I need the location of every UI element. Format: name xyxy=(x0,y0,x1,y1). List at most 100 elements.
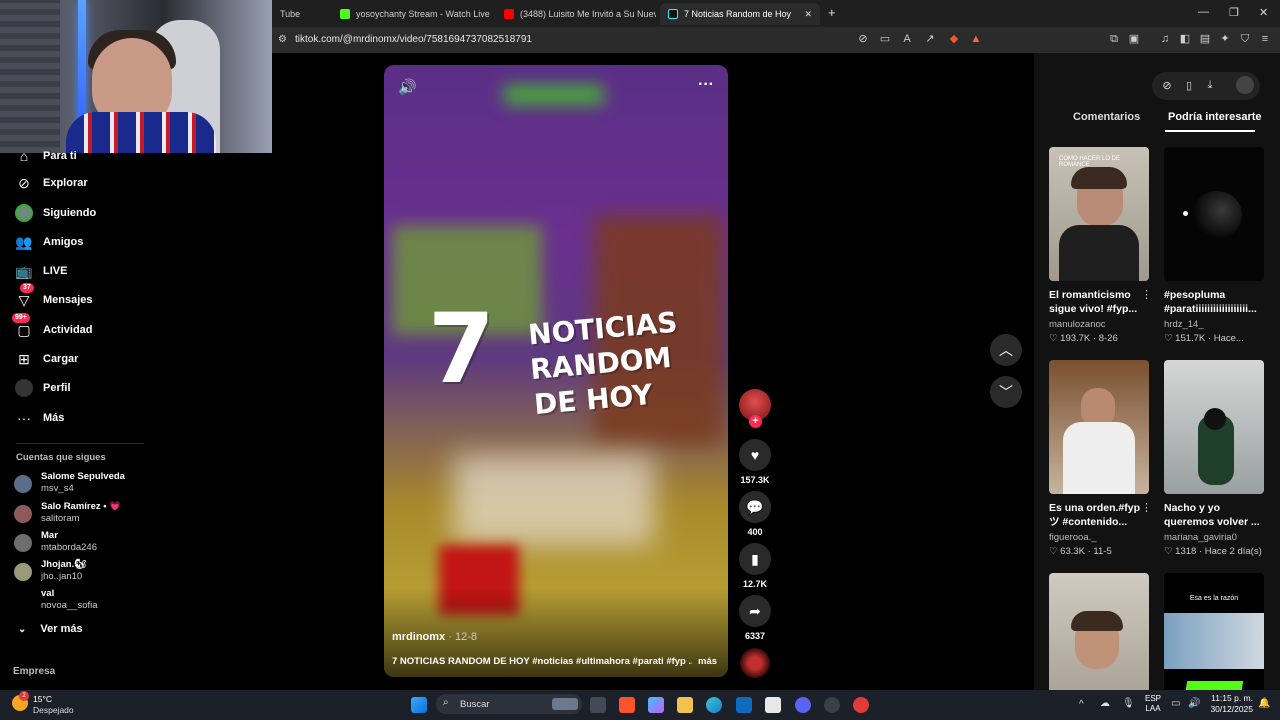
cloud-icon[interactable]: ☁ xyxy=(1100,698,1110,709)
wallet-extension-icon[interactable]: ▤ xyxy=(1199,33,1211,45)
sidebar-item-mas[interactable]: ··· Más xyxy=(14,407,64,429)
tab-tiktok-active[interactable]: 7 Noticias Random de Hoy ✕ xyxy=(660,3,820,25)
minimize-button[interactable]: — xyxy=(1198,6,1209,18)
suggested-video-card[interactable]: #pesopluma #paratiiiiiiiiiiiiiiiiii... h… xyxy=(1164,147,1264,344)
comment-button[interactable]: 💬 400 xyxy=(738,491,772,537)
save-button[interactable]: ▮ 12.7K xyxy=(738,543,772,589)
url-field[interactable]: tiktok.com/@mrdinomx/video/7581694737082… xyxy=(295,34,532,45)
sidebar-item-perfil[interactable]: Perfil xyxy=(14,377,71,399)
brave-browser-icon[interactable] xyxy=(619,697,635,713)
sidebar-item-label: Más xyxy=(43,412,65,424)
suggested-video-card[interactable] xyxy=(1049,573,1149,690)
task-view-icon[interactable] xyxy=(590,697,606,713)
account-name: Jhojan.🐿 xyxy=(41,559,87,570)
follow-plus-icon[interactable]: + xyxy=(749,415,762,428)
card-more-icon[interactable]: ⋮ xyxy=(1141,288,1152,301)
sidebar-item-siguiendo[interactable]: Siguiendo xyxy=(14,202,96,224)
share-icon[interactable]: ↗ xyxy=(924,33,936,45)
menu-icon[interactable]: ≡ xyxy=(1259,33,1271,45)
sound-disc-icon[interactable] xyxy=(740,648,770,678)
vpn-icon[interactable]: ⛉ xyxy=(1239,33,1251,45)
site-settings-icon[interactable]: ⚙ xyxy=(278,34,287,45)
close-window-button[interactable]: ✕ xyxy=(1259,6,1268,19)
copilot-icon[interactable] xyxy=(648,697,664,713)
brave-shield-icon[interactable]: ◆ xyxy=(948,33,960,45)
sidebar-item-amigos[interactable]: 👥 Amigos xyxy=(14,231,83,253)
system-clock[interactable]: 11:15 p. m. 30/12/2025 xyxy=(1209,693,1253,715)
volume-icon[interactable]: 🔊 xyxy=(1188,698,1200,709)
tab-luisito[interactable]: (3488) Luisito Me Invitó a Su Nuevo xyxy=(496,3,656,25)
edge-icon[interactable] xyxy=(706,697,722,713)
media-icon[interactable]: ♫ xyxy=(1159,33,1171,45)
profile-icon xyxy=(14,378,34,398)
sidebar-item-live[interactable]: 📺 LIVE xyxy=(14,260,67,282)
video-author[interactable]: mrdinomx · 12-8 xyxy=(392,631,477,643)
avatar[interactable] xyxy=(1236,76,1254,94)
sidebar-toggle-icon[interactable]: ◧ xyxy=(1179,33,1191,45)
suggested-video-card[interactable]: Nacho y yo queremos volver ... mariana_g… xyxy=(1164,360,1264,557)
sidebar-item-cargar[interactable]: ⊞ Cargar xyxy=(14,348,78,370)
maximize-button[interactable]: ❐ xyxy=(1229,6,1239,19)
previous-video-button[interactable]: ︿ xyxy=(990,334,1022,366)
app-icon[interactable] xyxy=(853,697,869,713)
language-indicator[interactable]: ESP LAA xyxy=(1145,694,1161,714)
no-camera-icon[interactable]: ⊘ xyxy=(857,33,869,45)
translate-icon[interactable]: A xyxy=(901,33,913,45)
windows-taskbar xyxy=(0,690,1280,720)
network-icon[interactable]: ▭ xyxy=(1171,698,1180,709)
store-icon[interactable] xyxy=(765,697,781,713)
new-tab-button[interactable]: + xyxy=(828,5,836,20)
sidebar-item-actividad[interactable]: ▢ 99+ Actividad xyxy=(12,313,93,341)
microphone-icon[interactable]: 🎙 xyxy=(1122,698,1135,709)
account-name: Mar xyxy=(41,530,58,541)
account-username: novoa__sofia xyxy=(41,600,98,611)
sidebar-item-para-ti[interactable]: ⌂ Para ti xyxy=(14,145,77,167)
tab-yosoychanty[interactable]: yosoychanty Stream - Watch Live on xyxy=(332,3,492,25)
phone-icon[interactable]: ▯ xyxy=(1182,79,1196,92)
video-player[interactable]: 🔊 ··· 7 NOTICIAS RANDOM DE HOY mrdinomx … xyxy=(384,65,728,677)
next-video-button[interactable]: ﹀ xyxy=(990,376,1022,408)
sidebar: ⌂ Para ti ⊘ Explorar Siguiendo 👥 Amigos … xyxy=(0,148,160,690)
video-thumbnail xyxy=(1049,573,1149,690)
leo-ai-icon[interactable]: ✦ xyxy=(1219,33,1231,45)
tab-youtube[interactable]: Tube xyxy=(272,3,332,25)
friends-icon: 👥 xyxy=(15,233,33,250)
sidebar-item-explorar[interactable]: ⊘ Explorar xyxy=(14,172,88,194)
volume-icon[interactable]: 🔊 xyxy=(398,78,417,96)
brave-rewards-icon[interactable]: ▲ xyxy=(970,33,982,45)
live-tv-icon: 📺 xyxy=(15,262,33,279)
chevron-up-icon[interactable]: ^ xyxy=(1079,699,1084,710)
tab-suggestions[interactable]: Podría interesarte xyxy=(1168,111,1262,123)
obs-icon[interactable] xyxy=(824,697,840,713)
suggested-video-card[interactable]: Es una orden.#fyp ツ #contenido... ⋮ figu… xyxy=(1049,360,1152,557)
footer-link-empresa[interactable]: Empresa xyxy=(13,666,55,677)
wallet-icon[interactable]: ▣ xyxy=(1128,33,1140,45)
tab-comments[interactable]: Comentarios xyxy=(1073,111,1140,123)
compass-icon[interactable]: ⊘ xyxy=(1160,79,1174,92)
windows-start-icon[interactable] xyxy=(411,697,427,713)
outlook-icon[interactable] xyxy=(736,697,752,713)
notifications-icon[interactable]: 🔔 xyxy=(1258,698,1270,709)
caption-more-button[interactable]: más xyxy=(698,656,717,667)
screen-icon[interactable]: ▭ xyxy=(879,33,891,45)
download-icon[interactable]: ⤓ xyxy=(1203,79,1217,92)
sidebar-item-mensajes[interactable]: ▽ 37 Mensajes xyxy=(14,283,93,311)
tab-title: yosoychanty Stream - Watch Live on xyxy=(356,9,492,19)
save-count: 12.7K xyxy=(742,579,768,589)
card-more-icon[interactable]: ⋮ xyxy=(1141,501,1152,514)
account-username: salitoram xyxy=(41,513,80,524)
more-options-icon[interactable]: ··· xyxy=(698,76,714,94)
sidebar-item-label: Perfil xyxy=(43,382,71,394)
tab-close-icon[interactable]: ✕ xyxy=(804,9,812,20)
file-explorer-icon[interactable] xyxy=(677,697,693,713)
extensions-icon[interactable]: ⧉ xyxy=(1108,33,1120,45)
like-button[interactable]: ♥ 157.3K xyxy=(738,439,772,485)
suggested-video-card[interactable]: Esa es la razón xyxy=(1164,573,1264,690)
video-thumbnail: COMO HACER LO DE ROMANCE xyxy=(1049,147,1149,281)
post-date: · 12-8 xyxy=(445,631,477,643)
see-more-button[interactable]: ⌄ Ver más xyxy=(18,623,83,635)
card-stats: ♡ 193.7K · 8-26 xyxy=(1049,333,1118,344)
discord-icon[interactable] xyxy=(795,697,811,713)
share-button[interactable]: ➦ 6337 xyxy=(738,595,772,641)
suggested-video-card[interactable]: COMO HACER LO DE ROMANCE El romanticismo… xyxy=(1049,147,1152,344)
